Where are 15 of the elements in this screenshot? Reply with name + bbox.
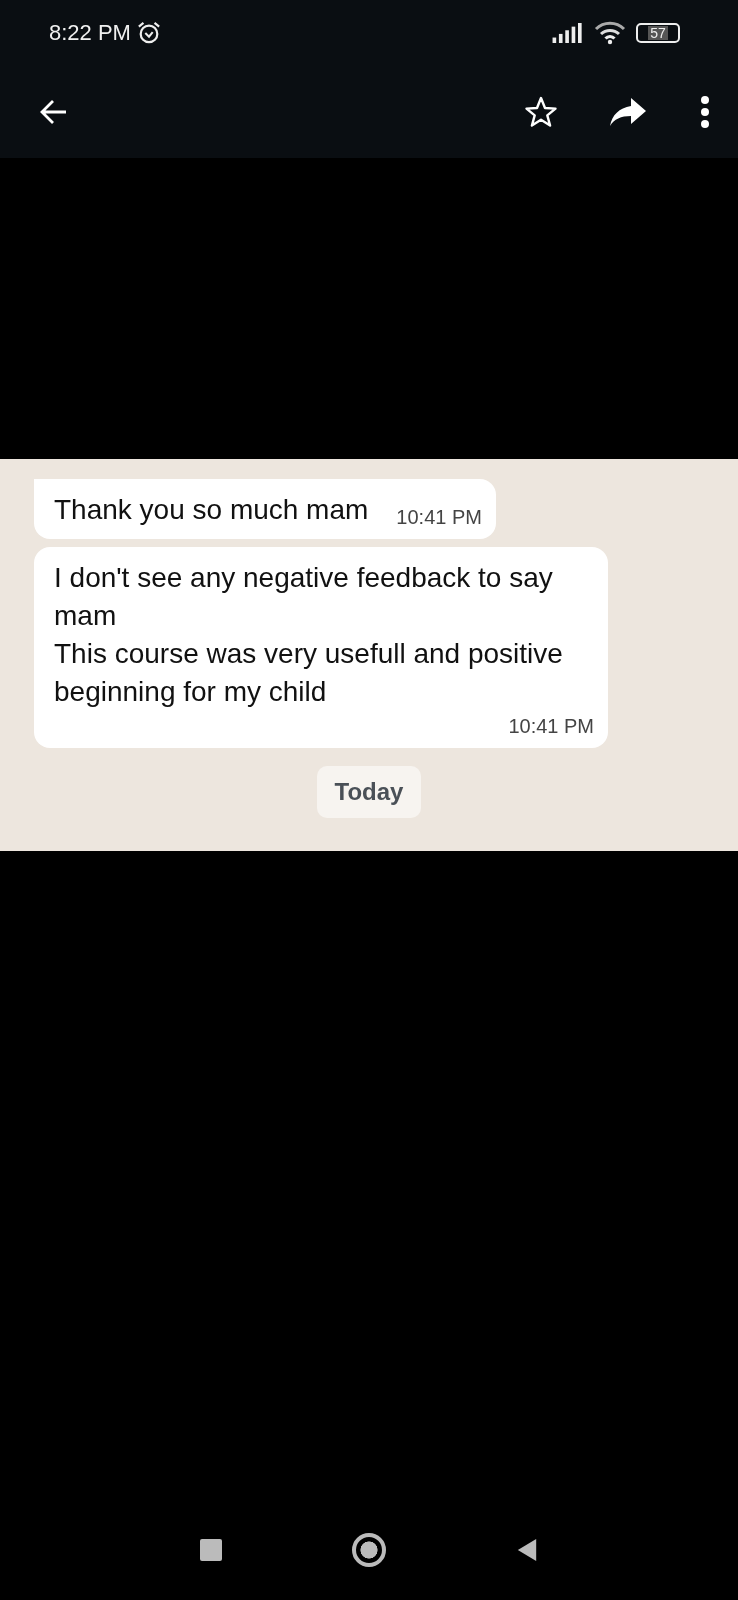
message-time: 10:41 PM [396, 505, 482, 529]
battery-icon: 57 [636, 23, 680, 43]
message-text: I don't see any negative feedback to say mam This course was very usefull and positive beginning for my child [54, 561, 564, 709]
back-button[interactable] [516, 1538, 538, 1562]
signal-icon [552, 23, 584, 43]
alarm-icon [136, 21, 161, 45]
message-text: Thank you so much mam [54, 493, 369, 527]
status-time: 8:22 PM [49, 20, 131, 46]
wifi-icon [594, 21, 626, 45]
message-time: 10:41 PM [508, 714, 594, 738]
star-icon[interactable] [524, 95, 558, 129]
share-icon[interactable] [608, 96, 648, 128]
home-button[interactable] [352, 1533, 386, 1567]
more-icon[interactable] [700, 95, 710, 129]
date-chip: Today [316, 766, 422, 818]
